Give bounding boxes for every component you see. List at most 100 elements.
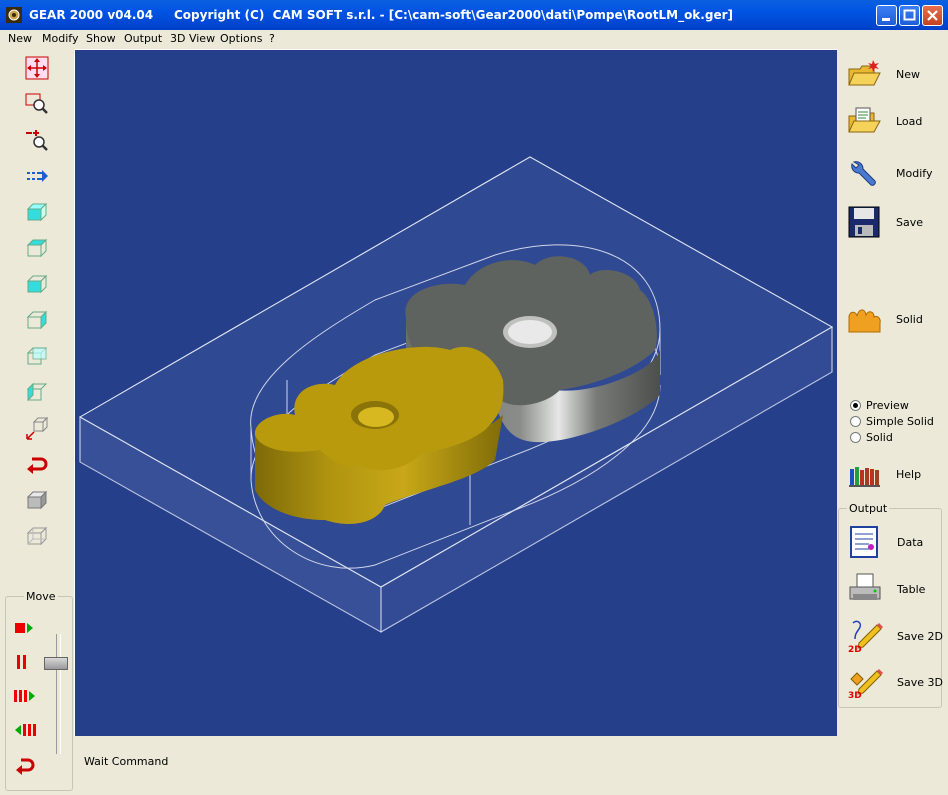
save-3d-button[interactable]: 3D Save 3D <box>847 665 947 699</box>
new-button[interactable]: New <box>846 57 946 91</box>
view-top-icon <box>26 202 48 222</box>
save-button[interactable]: Save <box>846 205 946 239</box>
menu-output[interactable]: Output <box>124 32 162 45</box>
save-2d-button[interactable]: 2D Save 2D <box>847 619 947 653</box>
speed-slider-thumb[interactable] <box>44 657 68 670</box>
window-title: GEAR 2000 v04.04 Copyright (C) CAM SOFT … <box>29 8 733 22</box>
view-front-icon <box>26 238 48 258</box>
view-iso-icon <box>26 310 48 330</box>
view-top-button[interactable] <box>24 199 50 225</box>
view-left-button[interactable] <box>24 379 50 405</box>
radio-solid-label: Solid <box>866 431 893 444</box>
floppy-disk-icon <box>848 206 880 238</box>
step-forward-button[interactable] <box>13 687 37 707</box>
radio-preview-circle <box>850 400 861 411</box>
modify-button[interactable]: Modify <box>846 156 946 190</box>
help-books-icon <box>849 467 880 487</box>
menu-help[interactable]: ? <box>269 32 275 45</box>
save-button-label: Save <box>896 216 924 229</box>
menu-new[interactable]: New <box>8 32 32 45</box>
table-button[interactable]: Table <box>847 572 947 606</box>
save-2d-icon: 2D <box>848 620 883 653</box>
data-button-label: Data <box>897 536 924 549</box>
rewind-icon <box>16 758 35 775</box>
output-group: Output Data Table 2D Save 2D 3D Save 3D <box>838 502 943 708</box>
move-view-icon <box>25 56 49 80</box>
gear-pump-3d-view <box>78 156 834 633</box>
undo-view-button[interactable] <box>24 451 50 477</box>
view-front-button[interactable] <box>24 235 50 261</box>
new-folder-icon <box>848 60 881 86</box>
close-button[interactable] <box>922 5 943 26</box>
save-3d-icon: 3D <box>848 669 883 699</box>
zoom-window-icon <box>25 93 48 114</box>
view-back-icon <box>26 347 48 365</box>
pause-button[interactable] <box>13 653 37 673</box>
help-button-label: Help <box>896 468 922 481</box>
zoom-window-button[interactable] <box>24 91 50 117</box>
modify-button-label: Modify <box>896 167 933 180</box>
new-button-label: New <box>896 68 920 81</box>
load-button-label: Load <box>896 115 923 128</box>
3d-viewport[interactable] <box>74 49 837 736</box>
move-view-button[interactable] <box>24 55 50 81</box>
data-button[interactable]: Data <box>847 525 947 559</box>
maximize-button[interactable] <box>899 5 920 26</box>
undo-view-icon <box>27 457 48 474</box>
radio-preview-label: Preview <box>866 399 909 412</box>
menu-show[interactable]: Show <box>86 32 116 45</box>
table-button-label: Table <box>897 583 926 596</box>
rewind-button[interactable] <box>13 755 37 775</box>
wire-cube-icon <box>26 526 48 546</box>
title-bar: GEAR 2000 v04.04 Copyright (C) CAM SOFT … <box>0 0 948 30</box>
move-group-label: Move <box>24 590 58 603</box>
menu-modify[interactable]: Modify <box>42 32 78 45</box>
load-button[interactable]: Load <box>846 104 946 138</box>
load-folder-icon <box>848 107 881 133</box>
solid-gear-icon <box>848 309 881 333</box>
minimize-button[interactable] <box>876 5 897 26</box>
data-sheet-icon <box>850 526 878 558</box>
help-button[interactable]: Help <box>846 457 946 491</box>
move-group: Move <box>5 590 73 791</box>
pan-icon <box>27 170 48 182</box>
minimize-icon <box>882 18 890 21</box>
pan-button[interactable] <box>24 163 50 189</box>
solid-cube-button[interactable] <box>24 487 50 513</box>
printer-icon <box>849 573 881 600</box>
menu-bar: New Modify Show Output 3D View Options ? <box>0 30 948 49</box>
view-side-button[interactable] <box>24 271 50 297</box>
radio-simple-solid-circle <box>850 416 861 427</box>
speed-slider-track <box>56 634 61 754</box>
pause-icon <box>17 655 26 669</box>
save-2d-badge: 2D <box>848 645 862 653</box>
step-forward-icon <box>14 690 35 702</box>
view-back-button[interactable] <box>24 343 50 369</box>
zoom-in-out-icon <box>26 130 48 151</box>
menu-options[interactable]: Options <box>220 32 262 45</box>
wire-cube-button[interactable] <box>24 523 50 549</box>
step-back-button[interactable] <box>13 721 37 741</box>
view-rotate-button[interactable] <box>24 415 50 441</box>
maximize-icon <box>903 9 916 21</box>
save-3d-badge: 3D <box>848 691 862 699</box>
menu-3d-view[interactable]: 3D View <box>170 32 215 45</box>
output-group-label: Output <box>847 502 890 515</box>
right-toolbar: New Load Modify Save Solid Preview Simpl… <box>838 49 948 795</box>
solid-cube-icon <box>26 490 48 510</box>
solid-button[interactable]: Solid <box>846 302 946 336</box>
solid-button-label: Solid <box>896 313 923 326</box>
close-icon <box>927 10 938 21</box>
radio-solid-circle <box>850 432 861 443</box>
view-side-icon <box>26 274 48 294</box>
view-left-icon <box>26 382 48 402</box>
step-back-icon <box>15 724 36 736</box>
play-button[interactable] <box>13 619 37 639</box>
app-gear-icon <box>6 7 22 23</box>
save-3d-button-label: Save 3D <box>897 676 943 689</box>
zoom-in-out-button[interactable] <box>24 127 50 153</box>
play-icon <box>15 623 33 633</box>
save-2d-button-label: Save 2D <box>897 630 943 643</box>
view-iso-button[interactable] <box>24 307 50 333</box>
status-text: Wait Command <box>84 755 169 768</box>
